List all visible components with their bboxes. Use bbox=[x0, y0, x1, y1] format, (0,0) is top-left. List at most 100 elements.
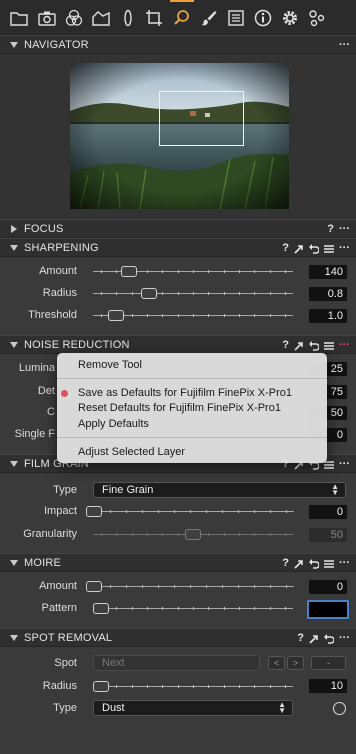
spot-select[interactable]: Next bbox=[93, 655, 260, 671]
remove-spot-button[interactable]: - bbox=[311, 656, 346, 670]
exposure-icon[interactable] bbox=[92, 9, 110, 27]
help-icon[interactable]: ? bbox=[297, 631, 304, 646]
threshold-label: Threshold bbox=[28, 309, 77, 321]
pattern-value-field[interactable] bbox=[307, 600, 349, 619]
spot-removal-header[interactable]: SPOT REMOVAL ? ··· bbox=[0, 628, 356, 647]
help-icon[interactable]: ? bbox=[282, 556, 289, 571]
radius-value[interactable]: 0.8 bbox=[309, 287, 347, 301]
copy-apply-icon[interactable] bbox=[294, 244, 304, 254]
crop-icon[interactable] bbox=[145, 9, 163, 27]
collapse-triangle-icon[interactable] bbox=[10, 245, 18, 251]
slider-knob[interactable] bbox=[185, 529, 201, 540]
granularity-value[interactable]: 50 bbox=[309, 528, 347, 542]
reset-icon[interactable] bbox=[309, 340, 319, 351]
slider-knob[interactable] bbox=[121, 266, 137, 277]
spot-label: Spot bbox=[54, 657, 77, 669]
slider-tick bbox=[239, 314, 240, 317]
focus-header[interactable]: FOCUS ? ··· bbox=[0, 219, 356, 238]
spot-cursor-circle-icon[interactable] bbox=[333, 702, 346, 715]
copy-apply-icon[interactable] bbox=[294, 559, 304, 569]
threshold-slider[interactable] bbox=[93, 310, 293, 321]
grain-type-select[interactable]: Fine Grain ▲ ▼ bbox=[93, 482, 346, 498]
reset-icon[interactable] bbox=[324, 633, 334, 644]
navigator-header[interactable]: NAVIGATOR ··· bbox=[0, 35, 356, 54]
metadata-icon[interactable] bbox=[227, 9, 245, 27]
help-icon[interactable]: ? bbox=[282, 338, 289, 353]
collapse-triangle-icon[interactable] bbox=[10, 461, 18, 467]
camera-icon[interactable] bbox=[38, 9, 56, 27]
reset-icon[interactable] bbox=[309, 558, 319, 569]
library-icon[interactable] bbox=[10, 9, 28, 27]
more-menu-icon[interactable]: ··· bbox=[339, 222, 350, 237]
slider-tick bbox=[193, 685, 194, 688]
presets-icon[interactable] bbox=[324, 341, 334, 351]
more-menu-icon[interactable]: ··· bbox=[339, 38, 350, 53]
next-spot-button[interactable]: > bbox=[287, 656, 304, 670]
navigator-preview-image[interactable] bbox=[70, 63, 289, 209]
spot-type-select[interactable]: Dust ▲ ▼ bbox=[93, 700, 293, 716]
collapse-triangle-icon[interactable] bbox=[10, 635, 18, 641]
impact-value[interactable]: 0 bbox=[309, 505, 347, 519]
local-adjustments-icon[interactable] bbox=[200, 9, 218, 27]
threshold-value[interactable]: 1.0 bbox=[309, 309, 347, 323]
presets-icon[interactable] bbox=[324, 559, 334, 569]
menu-item-save-defaults[interactable]: Save as Defaults for Fujifilm FinePix X-… bbox=[78, 386, 292, 400]
collapse-triangle-icon[interactable] bbox=[10, 560, 18, 566]
presets-icon[interactable] bbox=[324, 244, 334, 254]
noise-reduction-header[interactable]: NOISE REDUCTION ? ··· bbox=[0, 335, 356, 354]
sharpening-header[interactable]: SHARPENING ? ··· bbox=[0, 238, 356, 257]
slider-knob[interactable] bbox=[93, 681, 109, 692]
slider-knob[interactable] bbox=[86, 506, 102, 517]
slider-tick bbox=[208, 314, 209, 317]
slider-knob[interactable] bbox=[141, 288, 157, 299]
granularity-slider[interactable] bbox=[93, 529, 293, 540]
collapse-triangle-icon[interactable] bbox=[10, 342, 18, 348]
slider-knob[interactable] bbox=[108, 310, 124, 321]
amount-slider[interactable] bbox=[93, 266, 293, 277]
settings-icon[interactable] bbox=[281, 9, 299, 27]
more-menu-icon[interactable]: ··· bbox=[339, 556, 350, 571]
copy-apply-icon[interactable] bbox=[309, 634, 319, 644]
pattern-label: Pattern bbox=[41, 602, 77, 614]
more-menu-icon[interactable]: ··· bbox=[339, 631, 350, 646]
batch-icon[interactable] bbox=[308, 9, 326, 27]
color-icon[interactable] bbox=[65, 9, 83, 27]
info-icon[interactable] bbox=[254, 9, 272, 27]
slider-tick bbox=[222, 510, 223, 513]
copy-apply-icon[interactable] bbox=[294, 341, 304, 351]
slider-tick bbox=[270, 533, 271, 536]
navigator-viewport-rect[interactable] bbox=[159, 91, 244, 146]
spot-radius-slider[interactable] bbox=[93, 681, 293, 692]
slider-knob[interactable] bbox=[86, 581, 102, 592]
menu-item-reset-defaults[interactable]: Reset Defaults for Fujifilm FinePix X-Pr… bbox=[78, 401, 281, 415]
menu-item-apply-defaults[interactable]: Apply Defaults bbox=[78, 417, 149, 431]
radius-slider[interactable] bbox=[93, 288, 293, 299]
previous-spot-button[interactable]: < bbox=[268, 656, 285, 670]
pattern-slider[interactable] bbox=[93, 603, 293, 614]
lens-icon[interactable] bbox=[119, 9, 137, 27]
slider-tick bbox=[132, 607, 133, 610]
help-icon[interactable]: ? bbox=[282, 241, 289, 256]
collapse-triangle-icon[interactable] bbox=[10, 42, 18, 48]
help-icon[interactable]: ? bbox=[327, 222, 334, 237]
more-menu-icon[interactable]: ··· bbox=[339, 457, 350, 472]
moire-amount-slider[interactable] bbox=[86, 581, 294, 592]
impact-slider[interactable] bbox=[86, 506, 294, 517]
reset-icon[interactable] bbox=[309, 243, 319, 254]
menu-item-adjust-selected-layer[interactable]: Adjust Selected Layer bbox=[78, 445, 185, 459]
moire-amount-value[interactable]: 0 bbox=[309, 580, 347, 594]
slider-knob[interactable] bbox=[93, 603, 109, 614]
details-icon[interactable] bbox=[173, 9, 191, 27]
menu-item-remove-tool[interactable]: Remove Tool bbox=[78, 358, 142, 372]
expand-triangle-icon[interactable] bbox=[11, 225, 17, 233]
amount-value[interactable]: 140 bbox=[309, 265, 347, 279]
slider-tick bbox=[101, 270, 102, 273]
film-grain-body: Type Fine Grain ▲ ▼ Impact 0 Granularity … bbox=[0, 473, 356, 553]
slider-tick bbox=[208, 685, 209, 688]
spot-radius-value[interactable]: 10 bbox=[309, 679, 347, 693]
more-menu-icon[interactable]: ··· bbox=[339, 241, 350, 256]
more-menu-icon[interactable]: ··· bbox=[339, 338, 350, 353]
moire-header[interactable]: MOIRE ? ··· bbox=[0, 553, 356, 572]
slider-tick bbox=[116, 533, 117, 536]
slider-tick bbox=[147, 533, 148, 536]
